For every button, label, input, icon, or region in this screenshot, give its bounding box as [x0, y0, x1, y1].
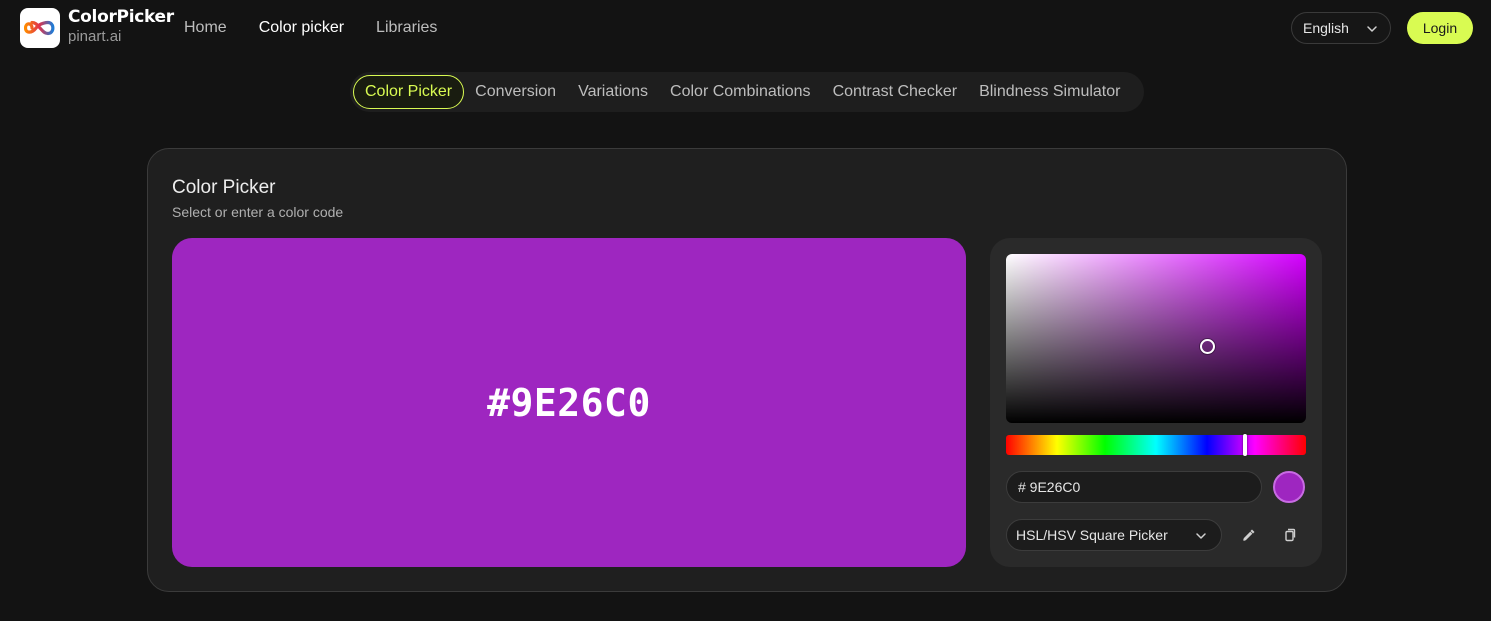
- tab-color-combinations[interactable]: Color Combinations: [659, 75, 822, 109]
- tab-conversion[interactable]: Conversion: [464, 75, 567, 109]
- tab-variations[interactable]: Variations: [567, 75, 659, 109]
- card-subtitle: Select or enter a color code: [172, 204, 344, 220]
- hue-slider[interactable]: [1006, 434, 1306, 456]
- tool-tabs: Color Picker Conversion Variations Color…: [350, 72, 1144, 112]
- tab-contrast-checker[interactable]: Contrast Checker: [822, 75, 969, 109]
- sv-cursor[interactable]: [1200, 339, 1215, 354]
- picker-mode-select[interactable]: HSL/HSV Square Picker: [1006, 519, 1222, 551]
- chevron-down-icon: [1367, 26, 1377, 32]
- nav-color-picker[interactable]: Color picker: [259, 19, 344, 37]
- preview-hex-label: #9E26C0: [487, 380, 651, 425]
- brand-name: ColorPicker: [68, 7, 174, 27]
- picker-panel: HSL/HSV Square Picker: [990, 238, 1322, 567]
- tab-color-picker[interactable]: Color Picker: [353, 75, 465, 109]
- eyedropper-button[interactable]: [1239, 525, 1259, 545]
- card-title: Color Picker: [172, 177, 276, 198]
- language-select[interactable]: English: [1291, 12, 1391, 44]
- brand-sub: pinart.ai: [68, 28, 122, 45]
- hue-thumb[interactable]: [1243, 434, 1247, 456]
- color-preview: #9E26C0: [172, 238, 966, 567]
- main-nav: Home Color picker Libraries: [184, 19, 469, 37]
- login-button[interactable]: Login: [1407, 12, 1473, 44]
- nav-libraries[interactable]: Libraries: [376, 19, 437, 37]
- nav-home[interactable]: Home: [184, 19, 227, 37]
- picker-mode-label: HSL/HSV Square Picker: [1016, 527, 1168, 543]
- language-label: English: [1303, 20, 1349, 36]
- chevron-down-icon: [1196, 533, 1206, 539]
- saturation-value-square[interactable]: [1006, 254, 1306, 423]
- copy-button[interactable]: [1279, 525, 1299, 545]
- brand[interactable]: ColorPicker pinart.ai: [68, 7, 174, 45]
- tab-blindness-simulator[interactable]: Blindness Simulator: [968, 75, 1131, 109]
- current-color-swatch[interactable]: [1273, 471, 1305, 503]
- hex-input[interactable]: [1006, 471, 1262, 503]
- eyedropper-icon: [1243, 529, 1255, 541]
- logo[interactable]: [20, 8, 60, 48]
- copy-icon: [1285, 528, 1296, 542]
- color-picker-card: Color Picker Select or enter a color cod…: [147, 148, 1347, 592]
- infinity-logo-icon: [24, 20, 55, 36]
